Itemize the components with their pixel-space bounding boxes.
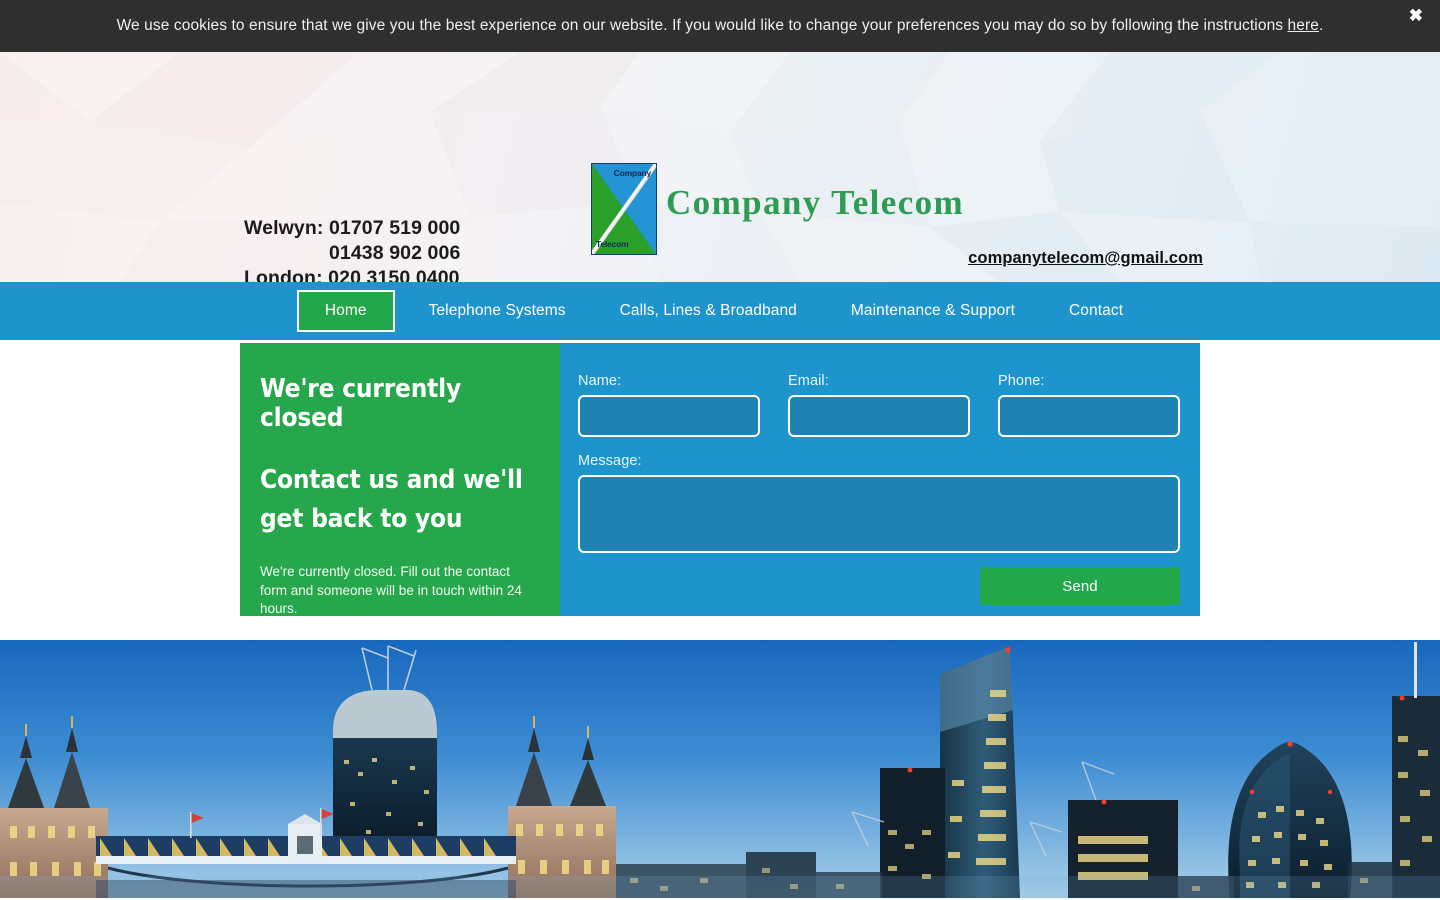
hero-illustration: [0, 640, 1440, 898]
field-group-email: Email:: [788, 373, 970, 437]
email-input[interactable]: [788, 395, 970, 437]
cookie-policy-link[interactable]: here: [1288, 17, 1319, 34]
logo-telecom-text: Telecom: [596, 239, 629, 249]
message-textarea[interactable]: [578, 475, 1180, 553]
phone-welwyn-secondary[interactable]: 01438 902 006: [244, 241, 460, 266]
cookie-text-before: We use cookies to ensure that we give yo…: [116, 17, 1288, 34]
cookie-text-after: .: [1318, 17, 1324, 34]
nav-list: Home Telephone Systems Calls, Lines & Br…: [290, 282, 1150, 340]
contact-panel: We're currently closed Contact us and we…: [240, 343, 1200, 616]
contact-message-panel: We're currently closed Contact us and we…: [240, 343, 560, 616]
main-navigation: Home Telephone Systems Calls, Lines & Br…: [0, 282, 1440, 340]
header-phone-numbers: Welwyn: 01707 519 000 01438 902 006 Lond…: [244, 216, 460, 282]
hero-london-skyline-image: [0, 640, 1440, 898]
close-icon[interactable]: ✖: [1404, 4, 1428, 27]
contact-section: We're currently closed Contact us and we…: [0, 340, 1440, 640]
header-email-link[interactable]: companytelecom@gmail.com: [968, 249, 1203, 268]
name-label: Name:: [578, 373, 622, 389]
email-label: Email:: [788, 373, 829, 389]
site-header: Welwyn: 01707 519 000 01438 902 006 Lond…: [0, 52, 1440, 282]
contact-heading-primary: We're currently closed: [260, 374, 462, 434]
brand-name[interactable]: Company Telecom: [666, 183, 964, 223]
contact-form: Name: Email: Phone: Message: Send: [560, 343, 1200, 616]
phone-label: Phone:: [998, 373, 1045, 389]
phone-welwyn-primary[interactable]: Welwyn: 01707 519 000: [244, 216, 460, 241]
contact-heading-secondary: Contact us and we'll get back to you: [260, 465, 523, 535]
nav-item-home[interactable]: Home: [296, 290, 395, 332]
name-input[interactable]: [578, 395, 760, 437]
field-group-name: Name:: [578, 373, 760, 437]
cookie-consent-banner: We use cookies to ensure that we give yo…: [0, 0, 1440, 52]
phone-input[interactable]: [998, 395, 1180, 437]
message-label: Message:: [578, 453, 642, 469]
company-logo-icon[interactable]: Company Telecom: [591, 163, 657, 255]
nav-item-telephone-systems[interactable]: Telephone Systems: [402, 303, 593, 319]
nav-item-contact[interactable]: Contact: [1042, 303, 1150, 319]
nav-item-maintenance-support[interactable]: Maintenance & Support: [824, 303, 1042, 319]
form-row-top: Name: Email: Phone:: [578, 373, 1180, 437]
logo-company-text: Company: [613, 168, 652, 178]
form-actions: Send: [578, 567, 1180, 605]
contact-body-text: We're currently closed. Fill out the con…: [260, 564, 522, 617]
cookie-consent-text: We use cookies to ensure that we give yo…: [117, 17, 1324, 35]
field-group-phone: Phone:: [998, 373, 1180, 437]
send-button[interactable]: Send: [980, 567, 1180, 605]
nav-item-calls-lines-broadband[interactable]: Calls, Lines & Broadband: [593, 303, 824, 319]
phone-london[interactable]: London: 020 3150 0400: [244, 266, 460, 282]
field-group-message: Message:: [578, 453, 1180, 553]
